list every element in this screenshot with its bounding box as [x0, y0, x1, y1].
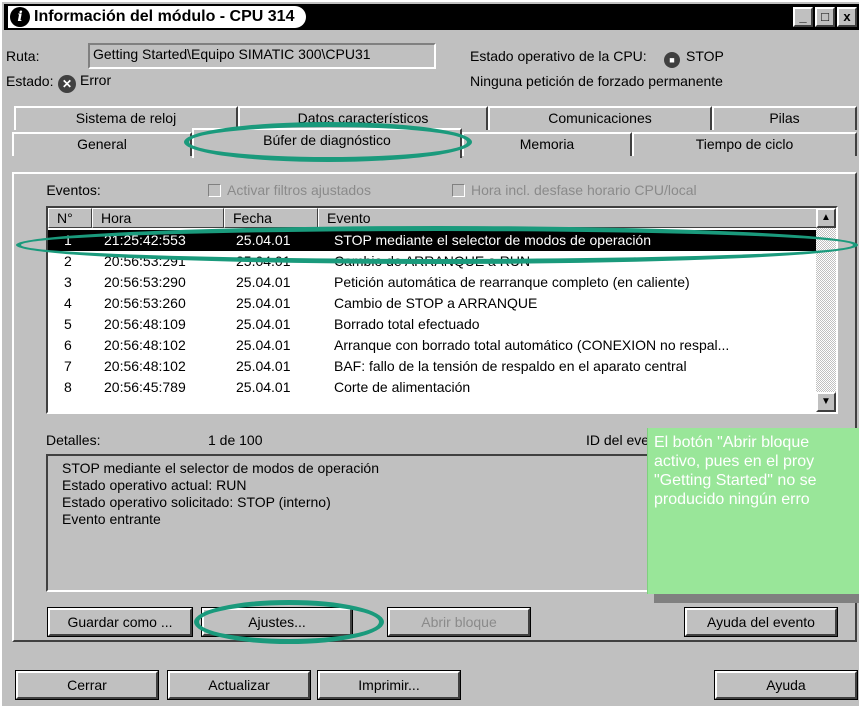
note-line: El botón "Abrir bloque — [654, 434, 810, 451]
vertical-scrollbar[interactable]: ▲ ▼ — [816, 208, 836, 412]
scroll-up-arrow-icon[interactable]: ▲ — [816, 208, 836, 228]
annotation-note: El botón "Abrir bloque activo, pues en e… — [647, 428, 859, 594]
abrir-bloque-button[interactable]: Abrir bloque — [387, 607, 531, 637]
table-row[interactable]: 2 20:56:53:291 25.04.01 Cambio de ARRANQUE … — [48, 251, 818, 272]
col-header-fecha[interactable]: Fecha — [224, 208, 318, 228]
forzado-status: Ninguna petición de forzado permanente — [470, 73, 723, 89]
error-icon: ✕ — [58, 75, 76, 93]
eventos-label: EEventos: — [46, 182, 101, 198]
tab-general[interactable]: General — [12, 132, 192, 156]
checkbox-icon — [452, 184, 465, 197]
estado-value: ✕ Error — [54, 72, 111, 93]
maximize-button[interactable]: □ — [815, 7, 835, 27]
table-row[interactable]: 8 20:56:45:789 25.04.01 Corte de alimentaci… — [48, 377, 818, 398]
ajustes-button[interactable]: Ajustes... — [201, 607, 353, 637]
time-offset-checkbox[interactable]: Hora incl. desfase horario CPU/local — [452, 182, 697, 198]
stop-icon: ■ — [664, 52, 680, 68]
table-row[interactable]: 3 20:56:53:290 25.04.01 Petición automática… — [48, 272, 818, 293]
ayuda-button[interactable]: Ayuda — [714, 670, 858, 700]
ayuda-del-evento-button[interactable]: Ayuda del evento — [684, 607, 838, 637]
col-header-hora[interactable]: Hora — [92, 208, 224, 228]
note-shadow — [654, 594, 859, 603]
module-info-window: i Información del módulo - CPU 314 _ □ x… — [0, 0, 859, 706]
imprimir-button[interactable]: Imprimir... — [317, 670, 461, 700]
detalles-label: Detalles: — [46, 432, 101, 448]
tab-sistema-de-reloj[interactable]: Sistema de reloj — [14, 106, 238, 130]
table-row[interactable]: 5 20:56:48:109 25.04.01 Borrado total efect… — [48, 314, 818, 335]
note-line: activo, pues en el proy — [654, 453, 815, 470]
scroll-down-arrow-icon[interactable]: ▼ — [816, 392, 836, 412]
cpu-state-label: Estado operativo de la CPU: — [470, 48, 647, 64]
actualizar-button[interactable]: Actualizar — [167, 670, 311, 700]
details-count: 1 de 100 — [208, 432, 263, 448]
tab-datos-caracteristicos[interactable]: Datos característicos — [238, 106, 488, 130]
checkbox-icon — [208, 184, 221, 197]
col-header-n[interactable]: N° — [48, 208, 92, 228]
close-button[interactable]: x — [837, 7, 857, 27]
window-title: Información del módulo - CPU 314 — [34, 8, 295, 25]
title-bar[interactable]: i Información del módulo - CPU 314 _ □ x — [4, 4, 859, 30]
guardar-como-button[interactable]: Guardar como ... — [47, 607, 193, 637]
table-row[interactable]: 6 20:56:48:102 25.04.01 Arranque con borrad… — [48, 335, 818, 356]
table-row[interactable]: 1 21:25:42:553 25.04.01 STOP mediante el se… — [48, 230, 818, 251]
cerrar-button[interactable]: Cerrar — [15, 670, 159, 700]
ruta-label: Ruta: — [6, 48, 40, 64]
tab-bufer-de-diagnostico[interactable]: Búfer de diagnóstico — [192, 128, 462, 158]
filter-active-checkbox[interactable]: Activar filtros ajustados — [208, 182, 371, 198]
minimize-button[interactable]: _ — [793, 7, 813, 27]
ruta-field[interactable]: Getting Started\Equipo SIMATIC 300\CPU31 — [88, 43, 436, 69]
col-header-evento[interactable]: Evento — [318, 208, 818, 228]
table-row[interactable]: 7 20:56:48:102 25.04.01 BAF: fallo de la te… — [48, 356, 818, 377]
note-line: producido ningún erro — [654, 491, 810, 508]
tab-pilas[interactable]: Pilas — [712, 106, 857, 130]
cpu-state-value: ■ STOP — [664, 48, 724, 68]
title-tag: i Información del módulo - CPU 314 — [8, 6, 307, 28]
tab-memoria[interactable]: Memoria — [462, 132, 632, 156]
estado-label: Estado: — [6, 73, 54, 89]
note-line: "Getting Started" no se — [654, 472, 817, 489]
events-table[interactable]: N° Hora Fecha Evento 1 21:25:42:553 25.04.… — [46, 206, 838, 414]
tab-comunicaciones[interactable]: Comunicaciones — [488, 106, 712, 130]
info-icon: i — [10, 7, 30, 27]
tab-tiempo-de-ciclo[interactable]: Tiempo de ciclo — [632, 132, 857, 156]
table-row[interactable]: 4 20:56:53:260 25.04.01 Cambio de STOP a AR… — [48, 293, 818, 314]
